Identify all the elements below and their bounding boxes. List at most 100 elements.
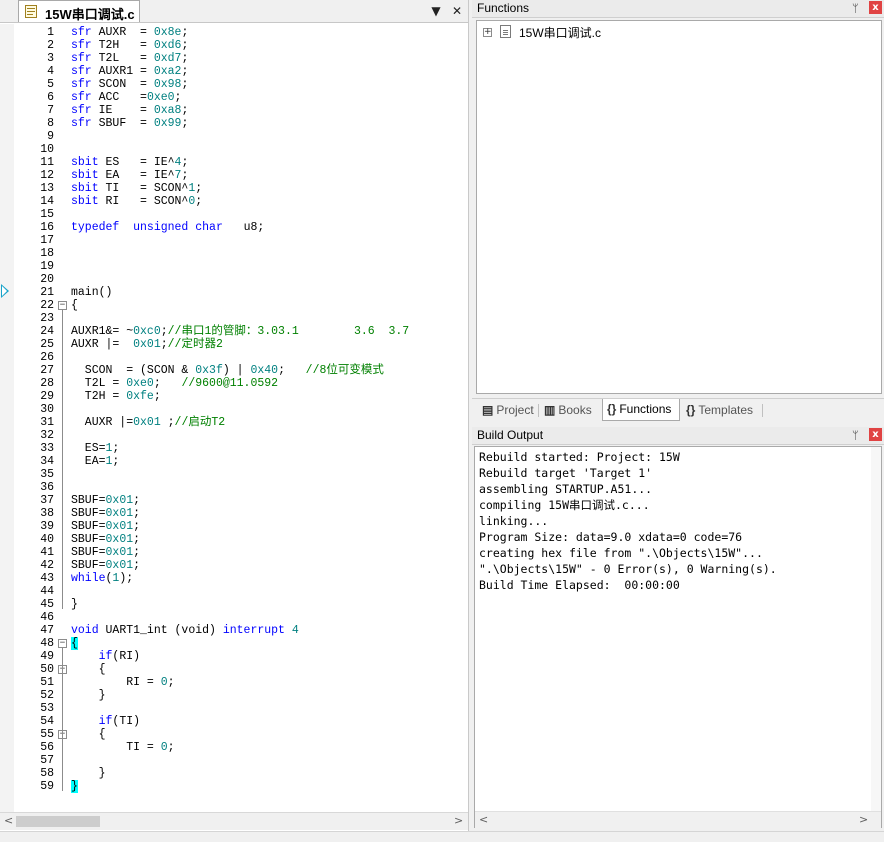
code-line[interactable]: 35	[0, 468, 460, 481]
code-line[interactable]: 5 sfr SCON = 0x98;	[0, 78, 460, 91]
editor-horizontal-scrollbar[interactable]: < >	[0, 812, 468, 830]
code-line[interactable]: 55− {	[0, 728, 460, 741]
code-line[interactable]: 19	[0, 260, 460, 273]
pin-icon[interactable]: ᛘ	[852, 2, 859, 15]
code-line[interactable]: 48−{	[0, 637, 460, 650]
build-output-text-area[interactable]: Rebuild started: Project: 15W Rebuild tar…	[474, 446, 882, 828]
tab-templates-label: Templates	[698, 403, 754, 417]
code-line[interactable]: 6 sfr ACC =0xe0;	[0, 91, 460, 104]
code-line[interactable]: 4 sfr AUXR1 = 0xa2;	[0, 65, 460, 78]
code-line[interactable]: 51 RI = 0;	[0, 676, 460, 689]
code-line[interactable]: 21 main()	[0, 286, 460, 299]
code-line[interactable]: 33 ES=1;	[0, 442, 460, 455]
line-number: 5	[47, 78, 54, 91]
code-line[interactable]: 22−{	[0, 299, 460, 312]
code-line[interactable]: 14 sbit RI = SCON^0;	[0, 195, 460, 208]
scroll-left-icon[interactable]: <	[479, 813, 488, 826]
code-token: ;	[133, 533, 141, 546]
code-token: ;	[278, 364, 306, 377]
code-token: ;	[195, 195, 203, 208]
code-line[interactable]: 3 sfr T2L = 0xd7;	[0, 52, 460, 65]
code-line[interactable]: 45}	[0, 598, 460, 611]
functions-tree[interactable]: + 15W串口调试.c	[476, 20, 882, 394]
code-line[interactable]: 28 T2L = 0xe0; //9600@11.0592	[0, 377, 460, 390]
close-icon[interactable]: x	[869, 428, 882, 441]
code-line[interactable]: 27 SCON = (SCON & 0x3f) | 0x40; //8位可变模式	[0, 364, 460, 377]
tab-functions[interactable]: {} Functions	[602, 399, 680, 421]
code-line[interactable]: 24 AUXR1&= ~0xc0;//串口1的管脚：3.03.1 3.6 3.7	[0, 325, 460, 338]
code-line[interactable]: 42 SBUF=0x01;	[0, 559, 460, 572]
project-icon: ▤	[482, 403, 494, 417]
code-line[interactable]: 10	[0, 143, 460, 156]
code-line[interactable]: 34 EA=1;	[0, 455, 460, 468]
tab-books[interactable]: ▥ Books	[540, 401, 598, 420]
code-token: ;	[181, 104, 189, 117]
code-line[interactable]: 18	[0, 247, 460, 260]
code-line[interactable]: 15	[0, 208, 460, 221]
code-line[interactable]: 52 }	[0, 689, 460, 702]
code-line[interactable]: 53	[0, 702, 460, 715]
code-text: }	[71, 689, 106, 702]
code-line[interactable]: 47 void UART1_int (void) interrupt 4	[0, 624, 460, 637]
code-token: ;	[181, 169, 189, 182]
code-text: sbit RI = SCON^0;	[71, 195, 202, 208]
scroll-right-icon[interactable]: >	[859, 813, 868, 826]
code-line[interactable]: 8 sfr SBUF = 0x99;	[0, 117, 460, 130]
code-line[interactable]: 30	[0, 403, 460, 416]
code-line[interactable]: 23	[0, 312, 460, 325]
fold-collapse-icon[interactable]: −	[58, 639, 67, 648]
build-output-panel: Build Output ᛘ x Rebuild started: Projec…	[472, 427, 884, 831]
code-line[interactable]: 26	[0, 351, 460, 364]
code-line[interactable]: 41 SBUF=0x01;	[0, 546, 460, 559]
code-line[interactable]: 7 sfr IE = 0xa8;	[0, 104, 460, 117]
chevron-down-icon[interactable]: ▼	[428, 3, 444, 19]
code-line[interactable]: 57	[0, 754, 460, 767]
code-line[interactable]: 40 SBUF=0x01;	[0, 533, 460, 546]
scroll-left-icon[interactable]: <	[4, 814, 13, 827]
code-line[interactable]: 2 sfr T2H = 0xd6;	[0, 39, 460, 52]
code-line[interactable]: 59}	[0, 780, 460, 793]
code-line[interactable]: 17	[0, 234, 460, 247]
code-line[interactable]: 54 if(TI)	[0, 715, 460, 728]
build-vertical-scrollbar[interactable]	[871, 447, 881, 811]
code-text: }	[71, 780, 78, 793]
tree-item-file[interactable]: 15W串口调试.c	[519, 24, 601, 41]
build-horizontal-scrollbar[interactable]: < >	[475, 811, 881, 828]
close-icon[interactable]: ✕	[449, 3, 465, 19]
fold-collapse-icon[interactable]: −	[58, 301, 67, 310]
code-line[interactable]: 20	[0, 273, 460, 286]
keyword-token: sfr	[71, 65, 92, 78]
code-line[interactable]: 16 typedef unsigned char u8;	[0, 221, 460, 234]
tab-templates[interactable]: {} Templates	[682, 401, 762, 420]
code-line[interactable]: 29 T2H = 0xfe;	[0, 390, 460, 403]
code-line[interactable]: 49 if(RI)	[0, 650, 460, 663]
code-line[interactable]: 38 SBUF=0x01;	[0, 507, 460, 520]
code-line[interactable]: 25 AUXR |= 0x01;//定时器2	[0, 338, 460, 351]
close-icon[interactable]: x	[869, 1, 882, 14]
scrollbar-thumb[interactable]	[16, 816, 100, 827]
keyword-token: while	[71, 572, 106, 585]
scroll-right-icon[interactable]: >	[454, 814, 463, 827]
code-line[interactable]: 39 SBUF=0x01;	[0, 520, 460, 533]
tree-expand-icon[interactable]: +	[483, 28, 492, 37]
code-line[interactable]: 36	[0, 481, 460, 494]
code-line[interactable]: 58 }	[0, 767, 460, 780]
tab-project[interactable]: ▤ Project	[478, 401, 536, 420]
code-line[interactable]: 11 sbit ES = IE^4;	[0, 156, 460, 169]
code-line[interactable]: 37 SBUF=0x01;	[0, 494, 460, 507]
code-line[interactable]: 56 TI = 0;	[0, 741, 460, 754]
code-line[interactable]: 44	[0, 585, 460, 598]
editor-file-tab[interactable]: 15W串口调试.c	[18, 0, 140, 22]
pin-icon[interactable]: ᛘ	[852, 429, 859, 442]
code-line[interactable]: 46	[0, 611, 460, 624]
code-line[interactable]: 43 while(1);	[0, 572, 460, 585]
code-line[interactable]: 32	[0, 429, 460, 442]
code-line[interactable]: 50− {	[0, 663, 460, 676]
code-line[interactable]: 1 sfr AUXR = 0x8e;	[0, 26, 460, 39]
code-line[interactable]: 31 AUXR |=0x01 ;//启动T2	[0, 416, 460, 429]
code-token: ;	[174, 91, 182, 104]
code-line[interactable]: 9	[0, 130, 460, 143]
code-line[interactable]: 13 sbit TI = SCON^1;	[0, 182, 460, 195]
code-token: ;	[181, 39, 189, 52]
code-line[interactable]: 12 sbit EA = IE^7;	[0, 169, 460, 182]
